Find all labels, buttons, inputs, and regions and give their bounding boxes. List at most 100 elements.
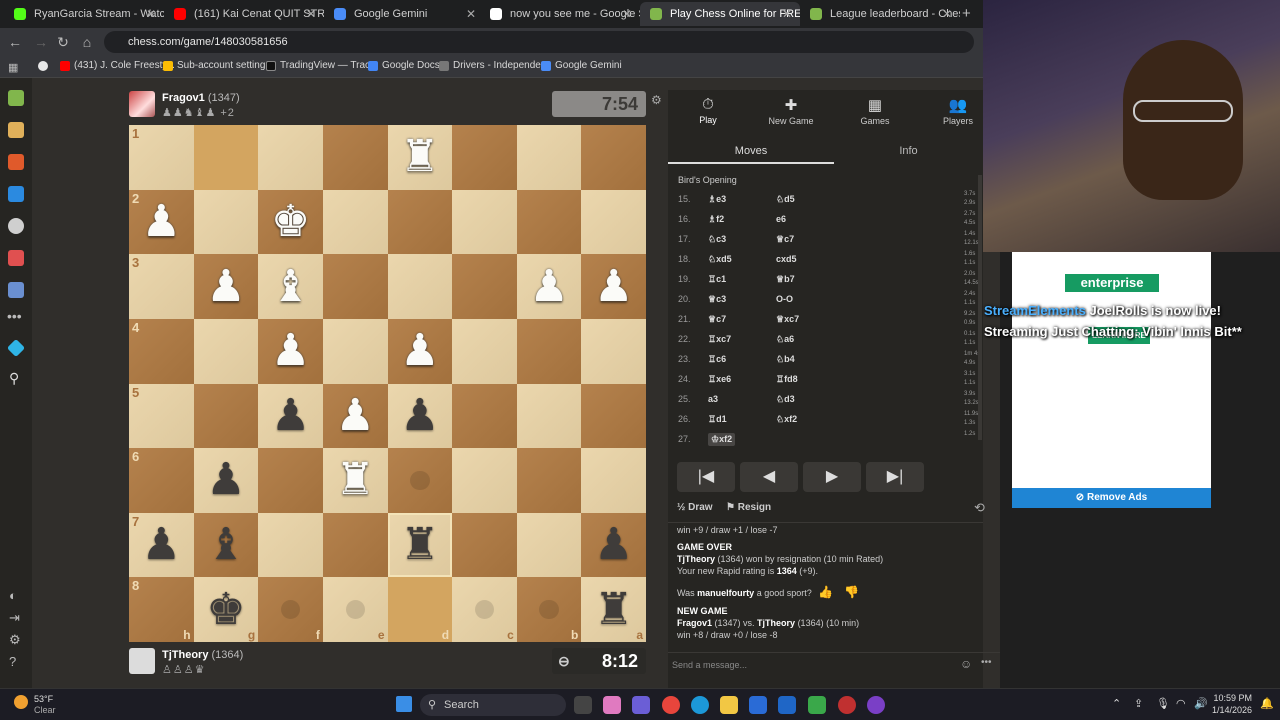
black-move[interactable]: O-O (776, 294, 793, 304)
board-square[interactable] (581, 318, 646, 384)
board-square[interactable] (516, 383, 582, 449)
teams-icon[interactable] (632, 696, 650, 714)
white-move[interactable]: ♕c7 (708, 314, 726, 325)
black-move[interactable]: ♘b4 (776, 354, 795, 365)
new-tab-icon[interactable]: + (962, 5, 971, 22)
player-name[interactable]: Fragov1 (1347) (162, 92, 240, 104)
settings-icon[interactable]: ⚙ (651, 93, 662, 107)
app-icon[interactable] (838, 696, 856, 714)
board-square[interactable] (322, 125, 388, 190)
reload-icon[interactable]: ↻ (54, 33, 72, 51)
white-pawn-piece[interactable]: ♟ (529, 264, 568, 309)
notification-icon[interactable]: 🔔 (1260, 697, 1274, 710)
black-pawn-piece[interactable]: ♟ (400, 393, 439, 438)
board-square[interactable] (452, 189, 517, 255)
opening-name[interactable]: Bird's Opening (678, 175, 737, 185)
board-square[interactable]: ♟ (516, 254, 582, 319)
board-square[interactable]: ♟ (387, 318, 453, 384)
chess-logo-icon[interactable] (8, 90, 24, 106)
board-square[interactable] (322, 318, 388, 384)
board-square[interactable] (452, 318, 517, 384)
chrome-icon[interactable] (662, 696, 680, 714)
white-move[interactable]: a3 (708, 394, 718, 404)
resign-button[interactable]: ⚑ Resign (726, 502, 771, 513)
white-move[interactable]: ♔xf2 (708, 433, 736, 446)
task-view-icon[interactable] (574, 696, 592, 714)
microphone-icon[interactable]: 🎙 (1156, 697, 1170, 710)
board-square[interactable] (516, 512, 582, 578)
board-square[interactable] (322, 189, 388, 255)
board-square[interactable] (258, 512, 323, 578)
black-move[interactable]: ♘d5 (776, 194, 795, 205)
store-icon[interactable] (749, 696, 767, 714)
board-square[interactable] (581, 383, 646, 449)
board-square[interactable]: ♚ (258, 189, 323, 255)
move-hint[interactable] (280, 600, 301, 620)
weather-temp[interactable]: 53°F (34, 694, 53, 704)
search-icon[interactable]: ⚲ (9, 370, 19, 387)
avatar[interactable] (129, 91, 155, 117)
back-icon[interactable]: ← (6, 33, 24, 51)
board-square[interactable] (452, 125, 517, 190)
board-square[interactable]: 3 (129, 254, 194, 319)
board-square[interactable]: 4 (129, 318, 194, 384)
edge-icon[interactable] (691, 696, 709, 714)
tab-play[interactable]: ⏱ Play (673, 96, 743, 125)
board-square[interactable]: ♟ (581, 512, 646, 578)
move-hint[interactable] (474, 600, 495, 620)
theme-icon[interactable]: ◐ (9, 588, 17, 603)
news-icon[interactable] (8, 250, 24, 266)
black-move[interactable]: ♖fd8 (776, 374, 798, 385)
black-pawn-piece[interactable]: ♟ (594, 523, 633, 567)
white-move[interactable]: ♘c3 (708, 234, 726, 245)
browser-tab-1[interactable]: RyanGarcia Stream - Watch Live✕ (4, 2, 164, 26)
move-list-scrollbar[interactable] (978, 175, 982, 440)
white-move[interactable]: ♖xe6 (708, 374, 731, 385)
tray-upload-icon[interactable]: ⇪ (1134, 697, 1143, 710)
board-square[interactable] (581, 189, 646, 255)
board-square[interactable]: 7 ♟ (129, 512, 194, 578)
board-square[interactable] (452, 512, 517, 578)
browser-tab-3[interactable]: Google Gemini ✕ (324, 2, 484, 26)
clock-time[interactable]: 10:59 PM (1212, 693, 1252, 703)
white-pawn-piece[interactable]: ♟ (400, 329, 439, 373)
file-explorer-icon[interactable] (720, 696, 738, 714)
diamond-icon[interactable] (6, 338, 26, 358)
app-icon[interactable] (867, 696, 885, 714)
board-square[interactable]: 2 ♟ (129, 189, 194, 255)
black-move[interactable]: ♘a6 (776, 334, 794, 345)
board-square[interactable] (581, 125, 646, 190)
windows-start-icon[interactable] (396, 696, 412, 712)
learn-icon[interactable] (8, 186, 24, 202)
board-square[interactable] (516, 189, 582, 255)
draw-button[interactable]: ½ Draw (677, 502, 713, 513)
wifi-icon[interactable]: ◠ (1176, 697, 1186, 710)
board-square[interactable]: f (258, 577, 323, 642)
board-square[interactable]: ♟ (193, 254, 259, 319)
board-square[interactable]: g ♚ (193, 577, 259, 642)
board-square[interactable]: ♟ (258, 383, 323, 449)
black-rook-piece[interactable]: ♜ (400, 523, 439, 567)
close-icon[interactable]: ✕ (466, 7, 476, 21)
more-options-icon[interactable]: ••• (981, 657, 992, 668)
google-icon[interactable] (38, 61, 48, 71)
player-username[interactable]: TjTheory (162, 649, 208, 661)
prev-move-button[interactable]: ◀ (740, 462, 798, 492)
taskbar-search[interactable]: ⚲ Search (420, 694, 566, 716)
close-icon[interactable]: ✕ (942, 7, 952, 21)
browser-tab-6[interactable]: League leaderboard - Chess.co✕ (800, 2, 960, 26)
bookmark-5[interactable]: Drivers - Independe... (439, 60, 549, 71)
board-square[interactable]: ♟ (258, 318, 323, 384)
white-pawn-piece[interactable]: ♟ (271, 329, 310, 373)
subtab-moves[interactable]: Moves (668, 142, 834, 164)
board-square[interactable]: a ♜ (581, 577, 646, 642)
forward-icon[interactable]: → (32, 33, 50, 51)
home-icon[interactable]: ⌂ (78, 33, 96, 51)
tab-games[interactable]: ▦ Games (840, 96, 910, 126)
weather-icon[interactable] (14, 695, 28, 709)
close-icon[interactable]: ✕ (146, 7, 156, 21)
tray-chevron-icon[interactable]: ⌃ (1112, 697, 1121, 710)
tab-new-game[interactable]: ✚ New Game (756, 96, 826, 126)
black-move[interactable]: ♘xf2 (776, 414, 797, 425)
puzzles-icon[interactable] (8, 154, 24, 170)
